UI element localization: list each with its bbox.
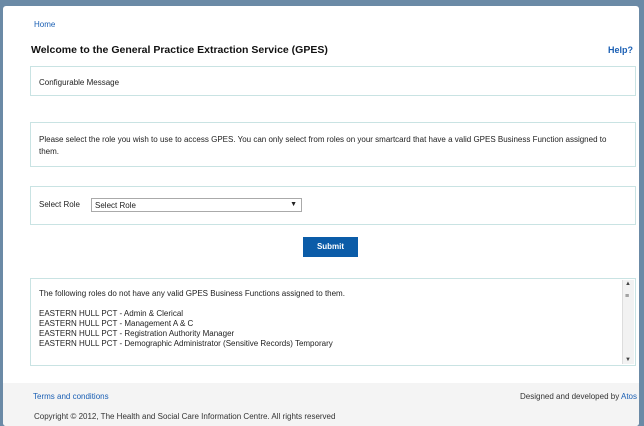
page-title: Welcome to the General Practice Extracti… [31,44,328,56]
role-select-value: Select Role [95,201,136,210]
home-link[interactable]: Home [34,20,55,29]
list-item: EASTERN HULL PCT - Admin & Clerical [39,309,184,318]
invalid-roles-intro: The following roles do not have any vali… [39,289,345,298]
invalid-roles-text: The following roles do not have any vali… [39,289,617,349]
copyright-text: Copyright © 2012, The Health and Social … [34,412,336,421]
role-panel: Select Role Select Role ▼ [30,186,636,225]
list-item: EASTERN HULL PCT - Demographic Administr… [39,339,333,348]
info-panel: Please select the role you wish to use t… [30,122,636,167]
scroll-down-icon[interactable]: ▼ [625,357,631,363]
terms-link[interactable]: Terms and conditions [33,392,109,401]
designed-by-text: Designed and developed by [520,392,620,401]
page-frame: Home Welcome to the General Practice Ext… [3,6,639,426]
invalid-roles-panel[interactable]: The following roles do not have any vali… [30,278,636,366]
scrollbar[interactable]: ▲ ≡ ▼ [622,280,634,364]
scroll-up-icon[interactable]: ▲ [625,281,631,287]
scroll-thumb-icon[interactable]: ≡ [625,293,631,304]
submit-button[interactable]: Submit [303,237,358,257]
role-select[interactable]: Select Role ▼ [91,198,302,212]
designed-by: Designed and developed by Atos [520,392,637,401]
select-role-label: Select Role [39,200,80,209]
info-text: Please select the role you wish to use t… [39,135,607,156]
list-item: EASTERN HULL PCT - Management A & C [39,319,194,328]
configurable-message-panel: Configurable Message [30,66,636,96]
dropdown-arrow-icon: ▼ [290,201,297,208]
atos-link[interactable]: Atos [621,392,637,401]
help-link[interactable]: Help? [608,45,633,55]
footer: Terms and conditions Designed and develo… [3,383,639,426]
list-item: EASTERN HULL PCT - Registration Authorit… [39,329,235,338]
configurable-message: Configurable Message [39,78,120,87]
